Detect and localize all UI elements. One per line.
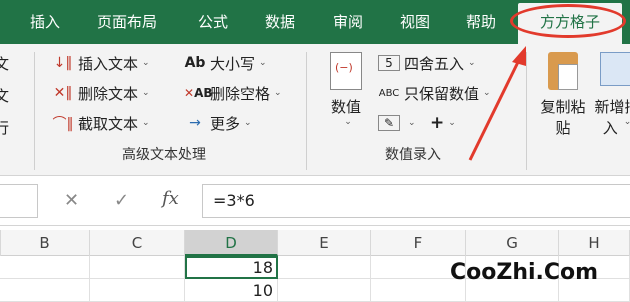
- cell[interactable]: [278, 256, 371, 279]
- cell-d[interactable]: 10: [185, 279, 278, 302]
- cancel-icon[interactable]: ✕: [64, 190, 79, 211]
- cell[interactable]: [90, 256, 185, 279]
- name-box[interactable]: [0, 184, 38, 218]
- watermark-text: CooZhi.Com: [450, 260, 599, 285]
- cell[interactable]: [278, 279, 371, 302]
- column-header-f[interactable]: F: [371, 230, 466, 256]
- cell[interactable]: [0, 256, 90, 279]
- formula-input[interactable]: =3*6: [202, 184, 630, 218]
- column-header-e[interactable]: E: [278, 230, 371, 256]
- column-header-d[interactable]: D: [185, 230, 278, 256]
- cell-d-active[interactable]: 18: [185, 256, 278, 279]
- cell[interactable]: [90, 279, 185, 302]
- fx-icon[interactable]: fx: [162, 188, 179, 209]
- cell[interactable]: [0, 279, 90, 302]
- column-header-h[interactable]: H: [559, 230, 630, 256]
- formula-controls: ✕ ✓ fx: [50, 184, 200, 218]
- column-header-bar: B C D E F G H: [0, 230, 630, 256]
- column-header-c[interactable]: C: [90, 230, 185, 256]
- column-header-g[interactable]: G: [466, 230, 559, 256]
- formula-bar: ✕ ✓ fx =3*6: [0, 176, 630, 226]
- column-header-b[interactable]: B: [0, 230, 90, 256]
- check-icon[interactable]: ✓: [114, 190, 129, 211]
